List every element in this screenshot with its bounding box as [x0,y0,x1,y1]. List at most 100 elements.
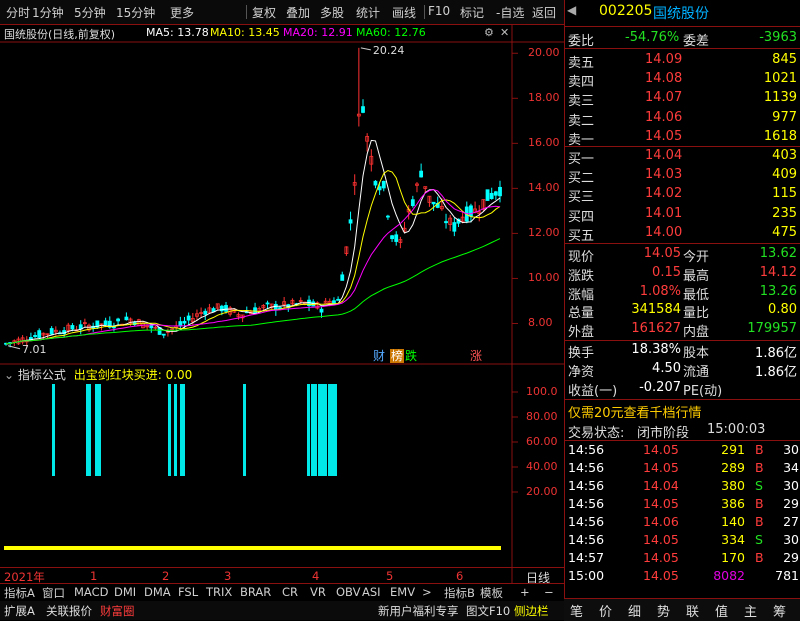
bid-price[interactable]: 14.03 [645,167,682,182]
stat-value: 341584 [631,302,681,318]
signal-bar [88,384,91,476]
indicator-tab[interactable]: OBV [336,585,360,599]
candle-body [373,180,378,186]
prev-stock-icon[interactable]: ◀ [567,3,576,17]
quote-tab[interactable]: 值 [715,601,728,620]
indicator-tab[interactable]: BRAR [240,585,271,599]
signal-bar [95,384,98,476]
kline-chart[interactable]: 20.24 7.01 [0,0,564,600]
bid-volume: 235 [772,205,797,221]
indicator-label[interactable]: 指标公式 [18,368,66,382]
bid-volume: 409 [772,167,797,183]
indicator-tab[interactable]: TRIX [206,585,232,599]
marker-rise[interactable]: 涨 [470,347,482,364]
indicator-tab[interactable]: VR [310,585,326,599]
ask-volume: 1021 [763,71,797,87]
low-price-label: 7.01 [22,343,47,356]
quote-tab[interactable]: 联 [686,601,699,620]
stock-code: 002205 [599,3,653,19]
indicator-tab[interactable]: CR [282,585,298,599]
quote-tab[interactable]: 笔 [570,601,583,620]
quote-tab[interactable]: 细 [628,601,641,620]
marker-finance[interactable]: 财 [372,349,387,363]
candle-body [49,328,54,335]
tick-direction: B [755,514,764,529]
stat-value: 14.05 [643,246,681,261]
candle-body [485,189,490,201]
quote-tab[interactable]: 筹 [773,601,786,620]
zoom-in-icon[interactable]: + [520,585,530,599]
ask-label: 卖四 [568,75,595,91]
month-label: 3 [224,569,232,583]
candle-body [452,222,457,232]
stock-name: 国统股份 [653,6,709,22]
candle-body [348,219,353,224]
signal-bar [168,384,171,476]
indicator-tab[interactable]: 窗口 [42,585,65,601]
stat-label: 净资 [568,364,595,380]
collapse-icon[interactable]: ⌄ [4,368,14,382]
ask-volume: 977 [772,109,797,125]
price-tick: 18.00 [528,91,560,105]
indicator-tab[interactable]: DMA [144,585,171,599]
expand-tab[interactable]: 扩展A [4,603,35,619]
bid-label: 买四 [568,209,595,225]
candle-body [469,205,473,217]
ask-price[interactable]: 14.08 [645,71,682,86]
tick-direction: B [755,550,764,565]
indicator-tab[interactable]: 模板 [480,585,503,601]
sidebar-tab[interactable]: 侧边栏 [514,603,549,619]
candle-body [361,106,365,113]
candle-body [336,298,341,301]
candle-body [182,320,187,324]
signal-bar [307,384,310,476]
candle-body [265,302,270,305]
new-user-promo[interactable]: 新用户福利专享 [378,603,459,619]
signal-bar [98,384,101,476]
indicator-tab[interactable]: > [422,585,432,599]
tick-count: 29 [783,496,799,511]
marker-rank[interactable]: 榜 [390,349,405,363]
indicator-tab[interactable]: DMI [114,585,136,599]
tick-volume: 170 [721,550,745,565]
indicator-tick: 80.00 [526,410,558,423]
quote-tab[interactable]: 价 [599,601,612,620]
candle-body [489,192,494,200]
price-tick: 8.00 [528,316,553,330]
stat-value: 0.80 [768,302,797,318]
indicator-tab[interactable]: FSL [178,585,198,599]
weicha-value: -3963 [759,30,797,45]
event-markers: 财榜跌 [372,347,418,364]
indicator-tab[interactable]: 指标A [4,585,35,601]
month-label: 2 [162,569,170,583]
related-quotes-tab[interactable]: 关联报价 [46,603,92,619]
candle-body [340,274,345,281]
quote-tab[interactable]: 主 [744,601,757,620]
f10-tab[interactable]: 图文F10 [466,603,510,619]
indicator-tab[interactable]: 指标B [444,585,475,601]
bid-price[interactable]: 14.04 [645,148,682,163]
signal-bar [311,384,314,476]
wealth-circle-tab[interactable]: 财富圈 [100,603,135,619]
candle-body [431,201,436,205]
bid-price[interactable]: 14.01 [645,206,682,221]
high-pointer [360,47,371,51]
candle-body [444,221,448,224]
quote-tab[interactable]: 势 [657,601,670,620]
ask-price[interactable]: 14.06 [645,110,682,125]
candle-body [224,305,228,312]
marker-fall[interactable]: 跌 [404,349,418,363]
stat-value: 13.26 [759,283,797,299]
signal-bar [182,384,185,476]
stat-label: 现价 [568,250,595,265]
tick-volume: 334 [721,532,745,547]
tick-count: 29 [783,550,799,565]
signal-bar [328,384,331,476]
indicator-tab[interactable]: EMV [390,585,415,599]
date-axis: 2021年 日线 123456 [0,567,564,585]
indicator-tab[interactable]: MACD [74,585,108,599]
zoom-out-icon[interactable]: − [544,585,554,599]
tick-time: 14:56 [568,532,605,547]
indicator-tab[interactable]: ASI [362,585,381,599]
indicator-tick: 20.00 [526,485,558,498]
